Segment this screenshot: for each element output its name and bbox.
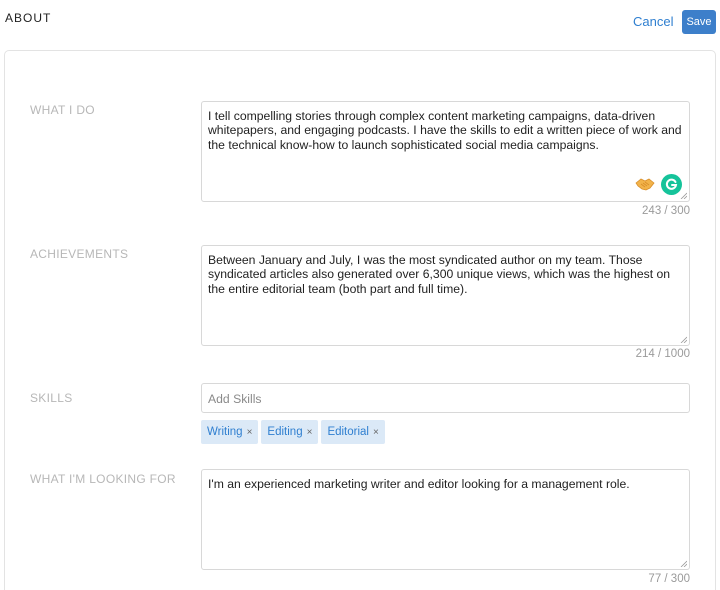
skills-input[interactable]: Add Skills [201, 383, 690, 413]
remove-chip-icon[interactable]: × [247, 427, 253, 438]
remove-chip-icon[interactable]: × [307, 427, 313, 438]
achievements-text: Between January and July, I was the most… [208, 253, 671, 296]
what-i-do-label: WHAT I DO [30, 103, 95, 117]
looking-for-label: WHAT I'M LOOKING FOR [30, 472, 176, 486]
what-i-do-counter: 243 / 300 [642, 205, 690, 217]
resize-handle-icon[interactable] [680, 192, 687, 199]
grammarly-g-icon [665, 178, 678, 190]
looking-for-counter: 77 / 300 [648, 573, 690, 585]
skill-chip-label: Editing [267, 426, 303, 438]
skill-chip-label: Writing [207, 426, 243, 438]
looking-for-textarea[interactable]: I'm an experienced marketing writer and … [201, 469, 690, 570]
cancel-link[interactable]: Cancel [633, 14, 673, 29]
looking-for-text: I'm an experienced marketing writer and … [208, 477, 630, 491]
achievements-label: ACHIEVEMENTS [30, 247, 129, 261]
achievements-counter: 214 / 1000 [635, 348, 690, 360]
skills-placeholder: Add Skills [208, 392, 262, 406]
resize-handle-icon[interactable] [680, 336, 687, 343]
save-button[interactable]: Save [682, 10, 716, 34]
skill-chip-writing[interactable]: Writing × [201, 420, 259, 444]
skill-chip-editorial[interactable]: Editorial × [321, 420, 385, 444]
skill-chip-label: Editorial [327, 426, 369, 438]
header-title: ABOUT [5, 11, 52, 25]
resize-handle-icon[interactable] [680, 560, 687, 567]
handshake-emoji-icon[interactable] [635, 175, 655, 193]
what-i-do-textarea[interactable]: I tell compelling stories through comple… [201, 101, 690, 202]
grammarly-icon[interactable] [661, 174, 682, 195]
what-i-do-text: I tell compelling stories through comple… [208, 109, 682, 152]
skills-label: SKILLS [30, 391, 73, 405]
remove-chip-icon[interactable]: × [373, 427, 379, 438]
skill-chip-editing[interactable]: Editing × [261, 420, 319, 444]
skill-chips: Writing × Editing × Editorial × [201, 420, 385, 444]
achievements-textarea[interactable]: Between January and July, I was the most… [201, 245, 690, 346]
